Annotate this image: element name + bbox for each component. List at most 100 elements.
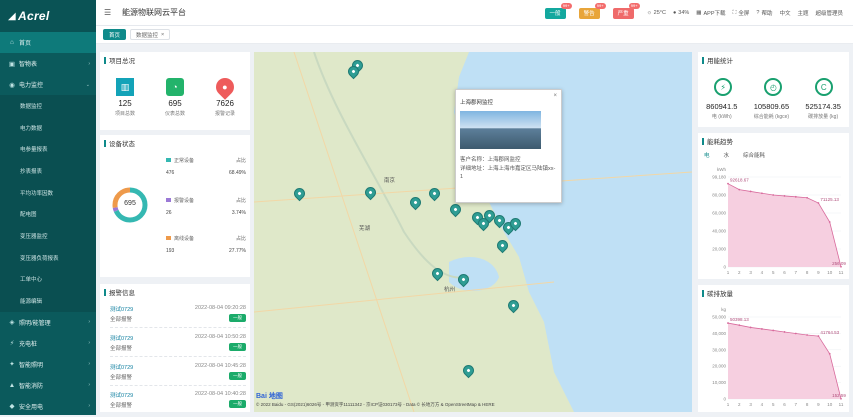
alarm-count-badge: 99+	[628, 2, 640, 9]
y-tick-label: 0	[723, 397, 726, 402]
panel-title: 用能统计	[698, 52, 849, 68]
device-row-offline: 离线设备 占比 193 27.77%	[166, 236, 246, 254]
sidebar-subitem[interactable]: 抄表报表	[0, 160, 96, 182]
data-point	[772, 329, 775, 332]
energy-trend-panel: 能耗趋势 电 水 综合能耗 kWh 99,180 80,000 60,000 40,00…	[698, 133, 849, 279]
data-point	[738, 324, 741, 327]
data-point	[794, 195, 797, 198]
y-tick-label: 20,000	[712, 247, 726, 252]
sidebar-subitem[interactable]: 电力数据	[0, 116, 96, 139]
device-row-normal: 正常设备 占比 476 68.49%	[166, 158, 246, 176]
fullscreen-button[interactable]: ⛶ 全屏	[733, 9, 750, 18]
x-tick-label: 6	[783, 402, 786, 407]
sun-icon: ☼	[646, 10, 652, 16]
x-tick-label: 3	[749, 402, 752, 407]
map-copyright: © 2022 Baidu - GS(2021)6026号 - 甲测资字11111…	[256, 402, 495, 407]
close-icon[interactable]: ×	[553, 93, 557, 99]
x-tick-label: 4	[761, 270, 764, 275]
sidebar-item-fire[interactable]: ▲ 智能消防 ›	[0, 375, 96, 396]
y-tick-label: 0	[723, 265, 726, 270]
usage-electricity: 860941.5 电 (kWh)	[706, 102, 738, 120]
charge-icon: ⚡	[9, 340, 15, 348]
alarm-level-badge: 一般	[229, 343, 246, 351]
x-tick-label: 8	[806, 402, 809, 407]
close-icon[interactable]: ×	[161, 32, 164, 38]
help-button[interactable]: ? 帮助	[756, 9, 772, 17]
sidebar-subitem[interactable]: 变压器负荷报表	[0, 246, 96, 269]
alarm-level-badge: 一般	[229, 372, 246, 380]
panel-title: 设备状态	[100, 135, 250, 151]
menu-toggle-icon[interactable]: ☰	[104, 8, 118, 17]
device-row-alarm: 报警设备 占比 26 3.74%	[166, 198, 246, 216]
map-provider-logo: Bai 地图	[256, 393, 283, 400]
app-download-link[interactable]: ▦ APP下载	[696, 9, 725, 17]
panel-title: 能耗趋势	[698, 133, 849, 149]
x-tick-label: 5	[772, 402, 775, 407]
data-point	[817, 335, 820, 337]
user-menu[interactable]: 超级管理员	[815, 9, 843, 17]
sidebar-item-home[interactable]: ⌂ 首页	[0, 32, 96, 53]
y-tick-label: 99,180	[712, 175, 726, 180]
data-point	[727, 182, 729, 185]
alarm-row[interactable]: 测试0729 2022-08-04 10:45:28 全部报警 一般	[110, 360, 246, 386]
data-label: 256.09	[832, 261, 846, 266]
sidebar-subitem[interactable]: 能源编辑	[0, 290, 96, 312]
sidebar-subitem[interactable]: 工单中心	[0, 268, 96, 291]
tab-home[interactable]: 首页	[103, 29, 127, 40]
alarm-severe-button[interactable]: 严重 99+	[612, 2, 640, 19]
site-photo	[460, 111, 541, 149]
legend-swatch	[166, 198, 171, 202]
x-tick-label: 1	[727, 270, 730, 275]
sidebar-subitem[interactable]: 平均功率因数	[0, 181, 96, 204]
tab-total-energy[interactable]: 综合能耗	[743, 151, 765, 159]
brand-logo[interactable]: ◢ Acrel	[0, 0, 96, 32]
data-point	[794, 332, 797, 335]
chevron-right-icon: ›	[88, 340, 90, 347]
sidebar-item-meter[interactable]: ▣ 智物表 ›	[0, 53, 96, 74]
tab-electricity[interactable]: 电	[704, 151, 710, 159]
alarm-row[interactable]: 测试0729 2022-08-04 10:50:28 全部报警 一般	[110, 331, 246, 357]
power-icon: ◉	[9, 81, 15, 89]
x-tick-label: 7	[795, 270, 798, 275]
device-status-panel: 设备状态 695 正常设备 占比 476 68.49% 报警设备 占比 26 3.74%…	[100, 135, 250, 277]
sidebar-item-lighting[interactable]: ◈ 照明/能管理 ›	[0, 312, 96, 333]
map-info-popup: × 上海郡网监控 客户名称：上海郡网监控 详细地址：上海上海市嘉定区马陆镇xx-…	[455, 89, 562, 203]
tab-data-monitor[interactable]: 数据监控 ×	[130, 29, 171, 40]
x-tick-label: 9	[817, 270, 820, 275]
sidebar-item-smart-light[interactable]: ✦ 智能照明 ›	[0, 354, 96, 375]
alarm-row[interactable]: 测试0729 2022-08-04 10:40:28 全部报警 一般	[110, 388, 246, 412]
theme-button[interactable]: 主题	[797, 9, 808, 17]
alarm-general-button[interactable]: 一般 99+	[544, 2, 572, 19]
alarm-count-badge: 99+	[594, 2, 606, 9]
sidebar-subitem[interactable]: 变压器监控	[0, 225, 96, 247]
x-tick-label: 8	[806, 270, 809, 275]
sidebar-subitem[interactable]: 数据监控	[0, 95, 96, 117]
alarm-warning-button[interactable]: 警告 99+	[578, 2, 606, 19]
sidebar-item-safety[interactable]: ◆ 安全用电 ›	[0, 396, 96, 417]
legend-swatch	[166, 236, 171, 240]
language-select[interactable]: 中文	[779, 9, 790, 17]
chevron-right-icon: ›	[88, 361, 90, 368]
stat-meters: ◔ 695 仪表总数	[165, 78, 185, 117]
carbon-icon: C	[814, 78, 833, 96]
data-point	[772, 194, 775, 196]
project-overview-panel: 项目总况 ▥ 125 项目总数 ◔ 695 仪表总数 ● 7626 报警记录	[100, 52, 250, 130]
x-tick-label: 11	[839, 402, 844, 407]
popup-customer: 客户名称：上海郡网监控	[460, 157, 521, 163]
data-point	[783, 331, 786, 333]
light-icon: ◈	[9, 319, 15, 327]
sidebar-item-power[interactable]: ◉ 电力监控 ⌄	[0, 74, 96, 95]
alarm-row[interactable]: 测试0729 2022-08-04 09:20:28 全部报警 一般	[110, 302, 246, 328]
sidebar-subitem[interactable]: 电参量报表	[0, 138, 96, 161]
data-point	[840, 397, 842, 400]
x-tick-label: 6	[783, 270, 786, 275]
chevron-right-icon: ›	[88, 319, 90, 326]
x-tick-label: 9	[817, 402, 820, 407]
sidebar-subitem[interactable]: 配电图	[0, 203, 96, 226]
y-tick-label: 20,000	[712, 364, 726, 369]
data-point	[817, 202, 820, 204]
tab-water[interactable]: 水	[724, 151, 730, 159]
data-point	[749, 190, 752, 193]
data-label: 41764.53	[820, 330, 839, 335]
sidebar-item-charge[interactable]: ⚡ 充电桩 ›	[0, 333, 96, 354]
